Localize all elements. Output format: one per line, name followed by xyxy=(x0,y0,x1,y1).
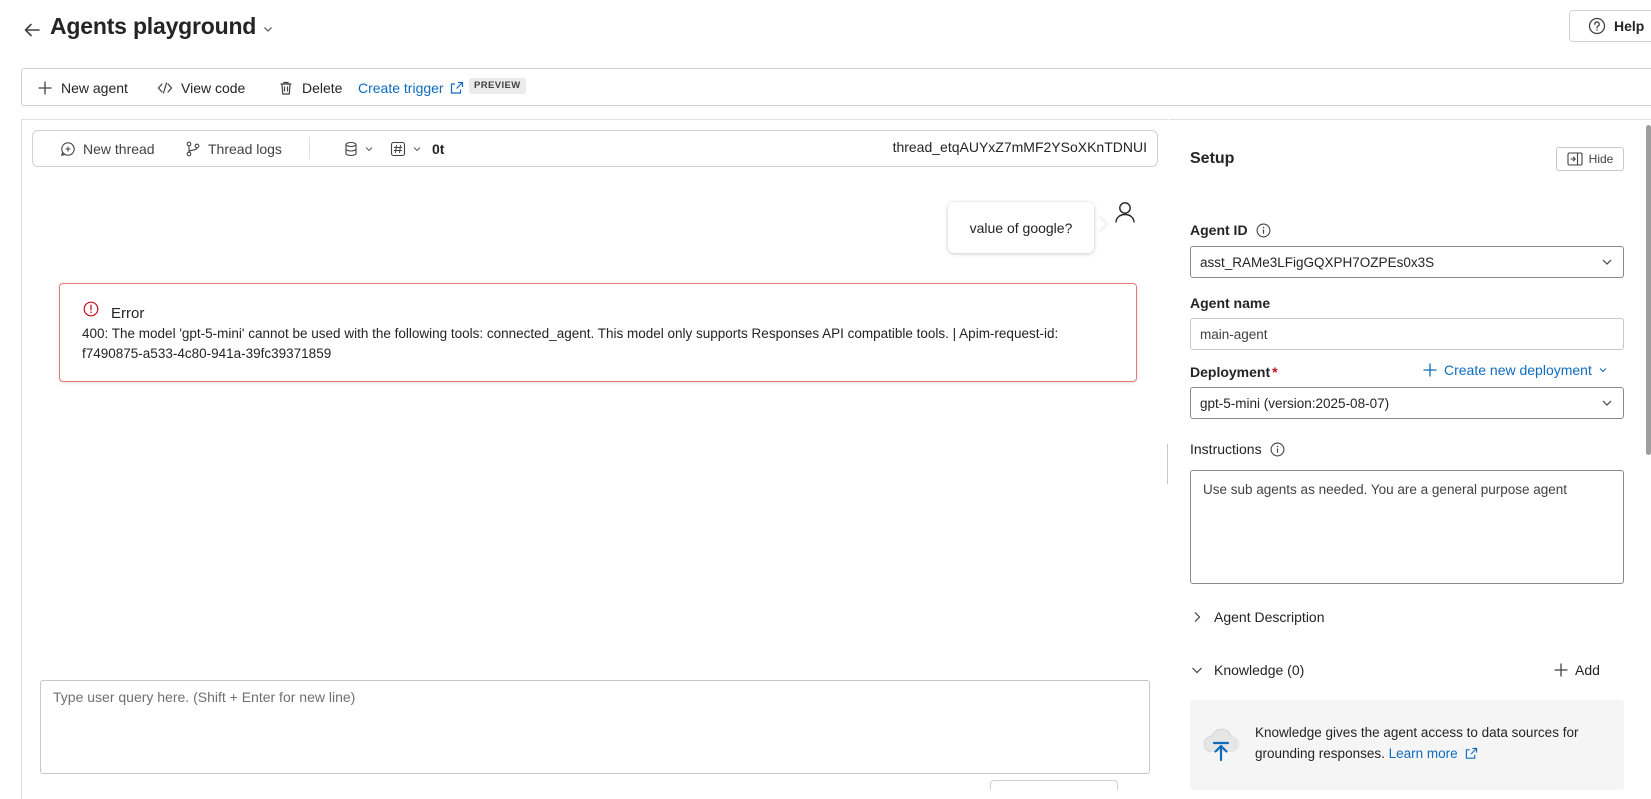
learn-more-label: Learn more xyxy=(1388,746,1458,761)
create-trigger-label: Create trigger xyxy=(358,80,444,96)
chevron-down-icon xyxy=(1190,663,1204,677)
agent-id-value: asst_RAMe3LFigGQXPH7OZPEs0x3S xyxy=(1200,254,1435,270)
hide-label: Hide xyxy=(1588,152,1614,166)
plus-icon xyxy=(37,80,53,96)
thread-logs-button[interactable]: Thread logs xyxy=(185,139,282,159)
branch-icon xyxy=(185,141,201,157)
delete-button[interactable]: Delete xyxy=(278,78,342,98)
toolbar-divider xyxy=(309,137,310,159)
chevron-right-icon xyxy=(1190,610,1204,624)
open-external-icon xyxy=(1466,747,1478,759)
user-message-bubble: value of google? xyxy=(948,202,1094,253)
new-agent-button[interactable]: New agent xyxy=(37,78,128,98)
thread-logs-label: Thread logs xyxy=(208,141,282,157)
number-format-dropdown[interactable] xyxy=(390,139,422,159)
hide-setup-button[interactable]: Hide xyxy=(1556,147,1624,171)
agent-description-section[interactable]: Agent Description xyxy=(1190,609,1325,625)
agent-name-label: Agent name xyxy=(1190,295,1270,311)
new-thread-label: New thread xyxy=(83,141,155,157)
create-new-deployment-link[interactable]: Create new deployment xyxy=(1422,362,1608,378)
view-code-label: View code xyxy=(181,80,246,96)
chevron-down-icon[interactable] xyxy=(262,23,274,35)
new-agent-label: New agent xyxy=(61,80,128,96)
send-button-edge[interactable] xyxy=(990,780,1118,790)
open-external-icon xyxy=(450,81,464,95)
agent-name-label-text: Agent name xyxy=(1190,295,1271,311)
agent-id-dropdown[interactable]: asst_RAMe3LFigGQXPH7OZPEs0x3S xyxy=(1190,246,1624,278)
add-label: Add xyxy=(1575,662,1600,678)
user-message-text: value of google? xyxy=(969,219,1073,236)
delete-label: Delete xyxy=(302,80,343,96)
chevron-down-icon xyxy=(1600,396,1614,410)
agent-description-label: Agent Description xyxy=(1214,609,1325,625)
knowledge-description: Knowledge gives the agent access to data… xyxy=(1255,722,1611,764)
storage-dropdown[interactable] xyxy=(344,139,374,159)
help-button[interactable]: Help xyxy=(1569,10,1651,42)
agent-id-label-text: Agent ID xyxy=(1190,222,1248,238)
error-title: Error xyxy=(111,305,145,322)
instructions-textarea[interactable]: Use sub agents as needed. You are a gene… xyxy=(1190,470,1624,584)
chevron-down-icon xyxy=(364,144,374,154)
page-title: Agents playground xyxy=(50,13,257,39)
required-asterisk: * xyxy=(1272,364,1278,380)
info-icon[interactable] xyxy=(1256,223,1271,238)
agent-name-value: main-agent xyxy=(1200,326,1268,342)
database-icon xyxy=(344,141,358,157)
code-icon xyxy=(157,80,173,96)
knowledge-section[interactable]: Knowledge (0) xyxy=(1190,662,1304,678)
new-chat-icon xyxy=(60,141,76,157)
knowledge-label: Knowledge (0) xyxy=(1214,662,1305,678)
new-thread-button[interactable]: New thread xyxy=(60,139,155,159)
setup-title: Setup xyxy=(1190,150,1235,167)
command-toolbar xyxy=(21,68,1651,106)
instructions-value: Use sub agents as needed. You are a gene… xyxy=(1203,482,1568,497)
preview-badge: PREVIEW xyxy=(469,78,526,94)
error-message-text: 400: The model 'gpt-5-mini' cannot be us… xyxy=(82,326,1059,361)
token-count: 0t xyxy=(432,141,445,157)
thread-id: thread_etqAUYxZ7mMF2YSoXKnTDNUI xyxy=(892,139,1147,155)
instructions-label: Instructions xyxy=(1190,441,1285,457)
plus-icon xyxy=(1553,662,1569,678)
back-arrow-icon[interactable] xyxy=(22,20,42,40)
create-trigger-link[interactable]: Create trigger xyxy=(358,78,464,98)
deployment-dropdown[interactable]: gpt-5-mini (version:2025-08-07) xyxy=(1190,387,1624,419)
cloud-upload-icon xyxy=(1199,722,1243,766)
person-icon xyxy=(1113,200,1137,224)
deployment-label: Deployment * xyxy=(1190,364,1278,380)
setup-scrollbar[interactable] xyxy=(1646,125,1651,455)
deployment-label-text: Deployment xyxy=(1190,364,1271,380)
error-circle-icon xyxy=(83,301,99,317)
add-knowledge-button[interactable]: Add xyxy=(1553,662,1600,678)
agent-id-label: Agent ID xyxy=(1190,222,1271,238)
info-icon[interactable] xyxy=(1270,442,1285,457)
instructions-label-text: Instructions xyxy=(1190,441,1262,457)
trash-icon xyxy=(278,80,294,96)
panel-collapse-icon xyxy=(1567,152,1583,166)
chevron-down-icon xyxy=(1600,255,1614,269)
deployment-value: gpt-5-mini (version:2025-08-07) xyxy=(1200,395,1390,411)
create-deployment-label: Create new deployment xyxy=(1444,362,1592,378)
help-circle-icon xyxy=(1588,17,1606,35)
hashtag-icon xyxy=(390,141,406,157)
learn-more-link[interactable]: Learn more xyxy=(1389,746,1479,761)
plus-icon xyxy=(1422,362,1438,378)
chevron-down-icon xyxy=(412,144,422,154)
user-query-input[interactable] xyxy=(40,680,1150,774)
view-code-button[interactable]: View code xyxy=(157,78,245,98)
agent-name-input[interactable]: main-agent xyxy=(1190,318,1624,350)
chevron-down-icon xyxy=(1598,365,1608,375)
help-label: Help xyxy=(1614,18,1645,34)
